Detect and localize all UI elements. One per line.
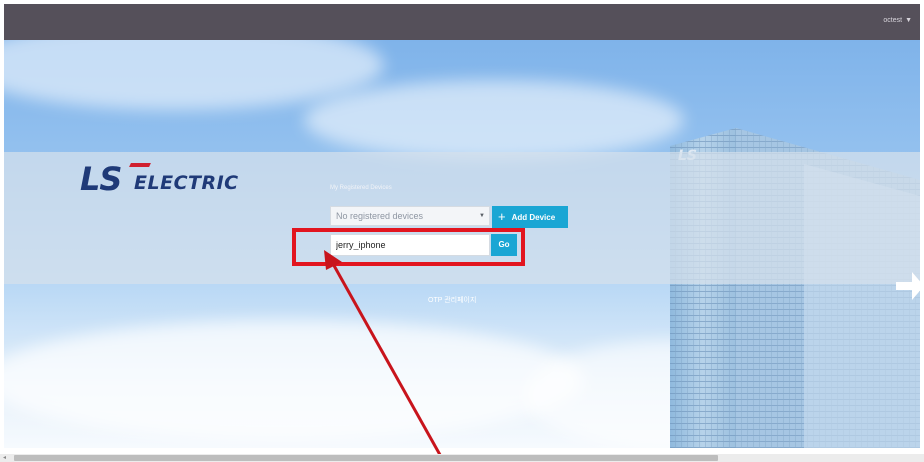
scrollbar-thumb[interactable]: [14, 455, 718, 461]
annotation-arrow: [324, 250, 446, 462]
horizontal-scrollbar[interactable]: ◂: [0, 454, 924, 462]
scroll-left-icon[interactable]: ◂: [3, 454, 6, 461]
